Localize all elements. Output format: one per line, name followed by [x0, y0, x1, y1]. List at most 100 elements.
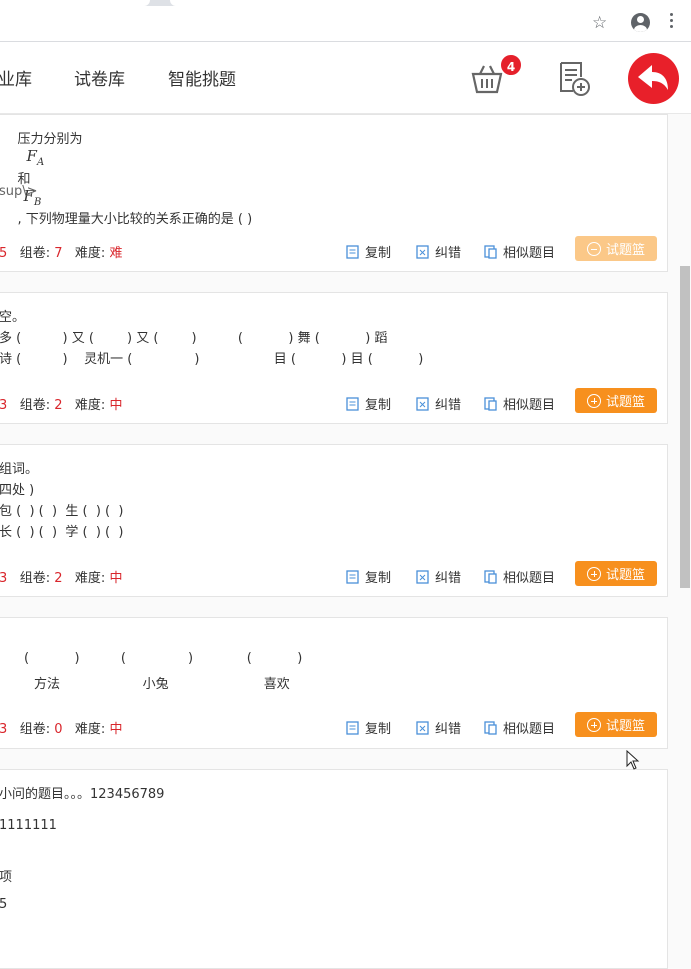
question-text: 压力分别为 FA 和 FB , 下列物理量大小比较的关系正确的是 ( ) [1, 113, 253, 242]
question-text-line: 长 ( ) ( ) 学 ( ) ( ) [0, 525, 124, 540]
copy-button[interactable]: 复制 [346, 242, 391, 261]
copy-label: 复制 [365, 571, 392, 586]
question-card: 组词。 四处 ) 包 ( ) ( ) 生 ( ) ( ) 长 ( ) ( ) 学… [0, 444, 668, 597]
back-arrow-icon [638, 65, 668, 90]
group-count: 2 [54, 398, 63, 413]
copy-icon [346, 396, 359, 411]
group-count: 0 [54, 722, 63, 737]
page-scrollbar[interactable] [680, 266, 690, 588]
correct-icon [416, 720, 429, 735]
similar-icon [484, 396, 497, 411]
difficulty-value: 中 [109, 398, 123, 413]
correct-icon [416, 244, 429, 259]
plus-icon [586, 566, 601, 581]
correct-label: 纠错 [435, 246, 462, 261]
minus-icon [586, 241, 601, 256]
correct-icon [416, 569, 429, 584]
back-button[interactable] [628, 53, 679, 104]
usage-count: 3 [0, 398, 8, 413]
site-header: 业库 试卷库 智能挑题 4 [0, 42, 691, 114]
question-text-line: sup\> [0, 184, 38, 199]
group-label: 组卷: [19, 246, 51, 261]
browser-toolbar: ☆ [0, 0, 691, 42]
copy-icon [346, 569, 359, 584]
question-text-line: ( ) ( ) ( ) [24, 651, 303, 666]
usage-count: 5 [0, 246, 8, 261]
math-fa: FA [26, 147, 45, 168]
group-label: 组卷: [19, 722, 51, 737]
basket-label: 试题篮 [605, 568, 645, 583]
copy-button[interactable]: 复制 [346, 718, 391, 737]
copy-button[interactable]: 复制 [346, 567, 391, 586]
difficulty-value: 中 [109, 571, 123, 586]
remove-from-basket-button[interactable]: 试题篮 [575, 236, 657, 261]
similar-label: 相似题目 [503, 571, 556, 586]
correct-button[interactable]: 纠错 [416, 567, 461, 586]
question-card: ( ) ( ) ( ) 方法 小兔 喜欢 3 组卷: 0 难度: 中 复制 纠错… [0, 617, 668, 749]
group-label: 组卷: [19, 571, 51, 586]
basket-label: 试题篮 [605, 243, 645, 258]
question-text-part: 压力分别为 [17, 132, 83, 147]
similar-button[interactable]: 相似题目 [484, 567, 555, 586]
question-text-line: 项 [0, 870, 13, 885]
difficulty-value: 难 [109, 246, 123, 261]
copy-label: 复制 [365, 722, 392, 737]
similar-button[interactable]: 相似题目 [484, 394, 555, 413]
plus-icon [586, 393, 601, 408]
browser-tab[interactable] [0, 0, 150, 6]
add-to-basket-button[interactable]: 试题篮 [575, 561, 657, 586]
similar-label: 相似题目 [503, 398, 556, 413]
question-text-line: 5 [0, 897, 8, 912]
similar-icon [484, 244, 497, 259]
usage-count: 3 [0, 571, 8, 586]
copy-icon [346, 720, 359, 735]
basket-count-badge: 4 [499, 53, 523, 77]
basket-label: 试题篮 [605, 395, 645, 410]
nav-smart-pick[interactable]: 智能挑题 [168, 65, 236, 90]
group-label: 组卷: [19, 398, 51, 413]
usage-count: 3 [0, 722, 8, 737]
question-card: 小问的题目。。。123456789 1111111 项 5 [0, 769, 668, 969]
difficulty-label: 难度: [74, 398, 106, 413]
question-card: 压力分别为 FA 和 FB , 下列物理量大小比较的关系正确的是 ( ) sup… [0, 114, 668, 272]
add-to-basket-button[interactable]: 试题篮 [575, 712, 657, 737]
difficulty-value: 中 [109, 722, 123, 737]
difficulty-label: 难度: [74, 246, 106, 261]
question-meta: 5 组卷: 7 难度: 难 [0, 242, 122, 261]
question-card: 空。 多 ( ) 又 ( ) 又 ( ) ( ) 舞 ( ) 蹈 诗 ( ) 灵… [0, 292, 668, 424]
correct-button[interactable]: 纠错 [416, 242, 461, 261]
question-text-line: 包 ( ) ( ) 生 ( ) ( ) [0, 504, 124, 519]
plus-icon [586, 717, 601, 732]
profile-icon[interactable] [631, 13, 650, 32]
star-icon[interactable]: ☆ [592, 13, 607, 33]
question-text-line: 多 ( ) 又 ( ) 又 ( ) ( ) 舞 ( ) 蹈 [0, 331, 388, 346]
question-text-line: 小问的题目。。。123456789 [0, 787, 165, 802]
kebab-menu-icon[interactable] [670, 13, 674, 31]
correct-button[interactable]: 纠错 [416, 394, 461, 413]
correct-label: 纠错 [435, 398, 462, 413]
mouse-cursor-icon [626, 750, 640, 770]
copy-label: 复制 [365, 398, 392, 413]
copy-icon [346, 244, 359, 259]
basket-label: 试题篮 [605, 719, 645, 734]
group-count: 2 [54, 571, 63, 586]
nav-paper-bank[interactable]: 试卷库 [74, 65, 125, 90]
similar-label: 相似题目 [503, 722, 556, 737]
question-text-line: 诗 ( ) 灵机一 ( ) 目 ( ) 目 ( ) [0, 352, 424, 367]
correct-button[interactable]: 纠错 [416, 718, 461, 737]
question-meta: 3 组卷: 2 难度: 中 [0, 567, 122, 586]
difficulty-label: 难度: [74, 722, 106, 737]
similar-icon [484, 569, 497, 584]
question-text-line: 空。 [0, 310, 26, 325]
question-text-line: 组词。 [0, 462, 39, 477]
similar-button[interactable]: 相似题目 [484, 242, 555, 261]
new-paper-icon[interactable] [557, 61, 591, 97]
similar-label: 相似题目 [503, 246, 556, 261]
add-to-basket-button[interactable]: 试题篮 [575, 388, 657, 413]
similar-button[interactable]: 相似题目 [484, 718, 555, 737]
correct-label: 纠错 [435, 571, 462, 586]
nav-question-bank[interactable]: 业库 [0, 65, 32, 90]
similar-icon [484, 720, 497, 735]
copy-button[interactable]: 复制 [346, 394, 391, 413]
copy-label: 复制 [365, 246, 392, 261]
